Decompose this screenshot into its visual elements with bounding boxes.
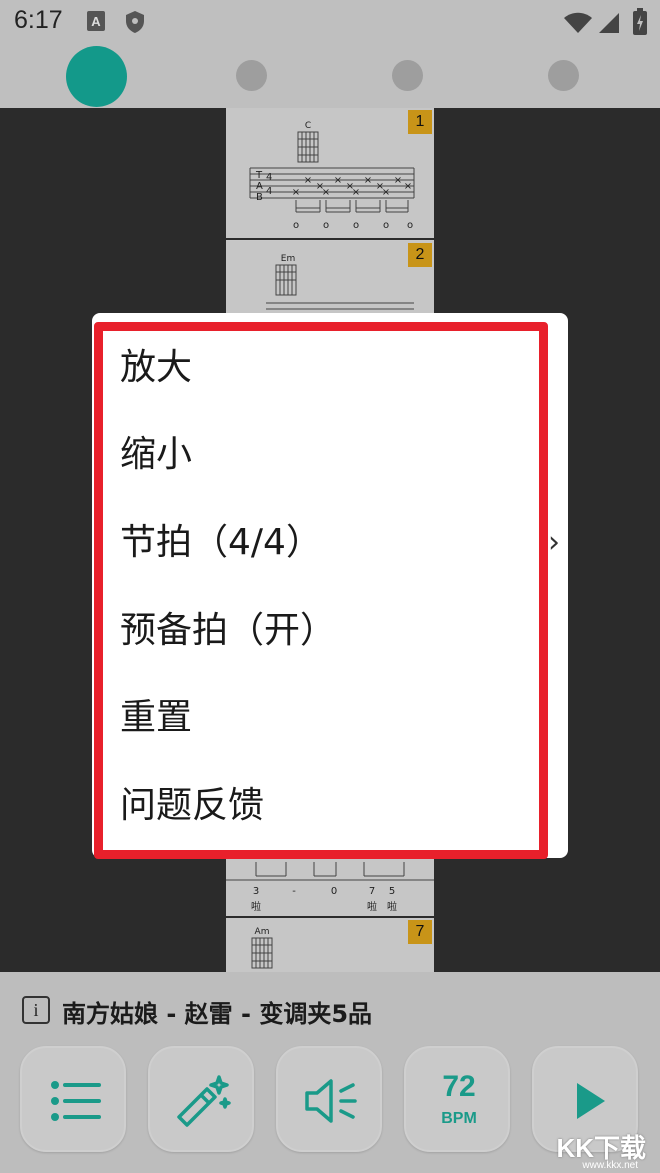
menu-item-label: 预备拍（开） xyxy=(120,610,337,651)
svg-text:o: o xyxy=(383,220,389,231)
menu-item-label: 重置 xyxy=(120,697,193,738)
magic-wand-icon xyxy=(177,1075,231,1127)
measure: 1 C TAB 44 × × × × × × × × × × × × ooooo xyxy=(226,108,434,240)
song-title: 南方姑娘 - 赵雷 - 变调夹5品 xyxy=(62,1000,373,1028)
menu-item-zoom-in[interactable]: 放大 xyxy=(120,333,540,403)
note: - xyxy=(292,886,296,897)
chord-name: Em xyxy=(281,254,295,264)
list-button[interactable] xyxy=(20,1046,126,1152)
status-time: 6:17 xyxy=(14,6,63,34)
chord-name: Am xyxy=(255,927,270,937)
measure: 7 Am xyxy=(226,918,434,972)
menu-item-label: 问题反馈 xyxy=(120,785,265,826)
page-dot-active[interactable] xyxy=(66,46,127,107)
menu-item-label: 缩小 xyxy=(120,434,193,475)
menu-item-label: 节拍（4/4） xyxy=(120,522,322,563)
wifi-icon xyxy=(563,12,593,38)
menu-item-label: 放大 xyxy=(120,347,193,388)
menu-item-time-signature[interactable]: 节拍（4/4） › xyxy=(120,508,560,578)
chevron-right-icon: › xyxy=(548,525,560,560)
svg-text:×: × xyxy=(394,175,402,186)
measure: 2 Em xyxy=(226,241,434,321)
page-dot[interactable] xyxy=(548,60,579,91)
list-icon xyxy=(51,1081,101,1121)
battery-charging-icon xyxy=(632,8,648,40)
speaker-icon xyxy=(305,1079,357,1123)
sound-button[interactable] xyxy=(276,1046,382,1152)
svg-text:o: o xyxy=(353,220,359,231)
menu-item-feedback[interactable]: 问题反馈 xyxy=(120,771,540,841)
lyric: 啦 xyxy=(251,900,261,913)
svg-text:×: × xyxy=(334,175,342,186)
shield-icon xyxy=(124,10,146,38)
svg-text:×: × xyxy=(382,187,390,198)
play-icon xyxy=(577,1083,605,1119)
page-dot[interactable] xyxy=(392,60,423,91)
svg-text:×: × xyxy=(404,181,412,192)
options-menu: 放大 缩小 节拍（4/4） › 预备拍（开） 重置 问题反馈 xyxy=(92,313,568,858)
bpm-value: 72 xyxy=(442,1070,476,1103)
note: 3 xyxy=(253,886,259,897)
svg-text:A: A xyxy=(91,14,101,29)
svg-text:o: o xyxy=(407,220,413,231)
svg-text:A: A xyxy=(256,181,263,192)
bpm-button[interactable]: 72 BPM xyxy=(404,1046,510,1152)
page-dot[interactable] xyxy=(236,60,267,91)
status-bar: 6:17 A xyxy=(0,0,660,46)
bpm-label: BPM xyxy=(441,1110,477,1127)
svg-text:×: × xyxy=(292,187,300,198)
chord-name: C xyxy=(305,121,311,131)
measure-number: 7 xyxy=(408,920,432,944)
info-icon[interactable]: i xyxy=(22,996,50,1024)
lyric: 啦 xyxy=(387,900,397,913)
measure-number: 2 xyxy=(408,243,432,267)
svg-text:B: B xyxy=(256,192,263,203)
signal-icon xyxy=(598,12,620,38)
svg-text:×: × xyxy=(352,187,360,198)
svg-text:×: × xyxy=(364,175,372,186)
svg-text:×: × xyxy=(304,175,312,186)
svg-text:×: × xyxy=(322,187,330,198)
note: 0 xyxy=(331,886,337,897)
svg-text:4: 4 xyxy=(266,186,272,197)
watermark-url: www.kkx.net xyxy=(582,1160,638,1171)
note: 7 xyxy=(369,886,375,897)
lyric: 啦 xyxy=(367,900,377,913)
svg-text:o: o xyxy=(293,220,299,231)
page-indicator xyxy=(0,46,660,108)
svg-text:o: o xyxy=(323,220,329,231)
menu-item-zoom-out[interactable]: 缩小 xyxy=(120,420,540,490)
measure-number: 1 xyxy=(408,110,432,134)
svg-text:4: 4 xyxy=(266,172,272,183)
note: 5 xyxy=(389,886,395,897)
menu-item-reset[interactable]: 重置 xyxy=(120,683,540,753)
magic-button[interactable] xyxy=(148,1046,254,1152)
menu-item-count-in[interactable]: 预备拍（开） xyxy=(120,596,540,666)
svg-text:T: T xyxy=(255,170,263,181)
font-a-icon: A xyxy=(86,10,106,36)
tab-notation: C TAB 44 ×××××××××××× ooooo xyxy=(249,121,415,231)
